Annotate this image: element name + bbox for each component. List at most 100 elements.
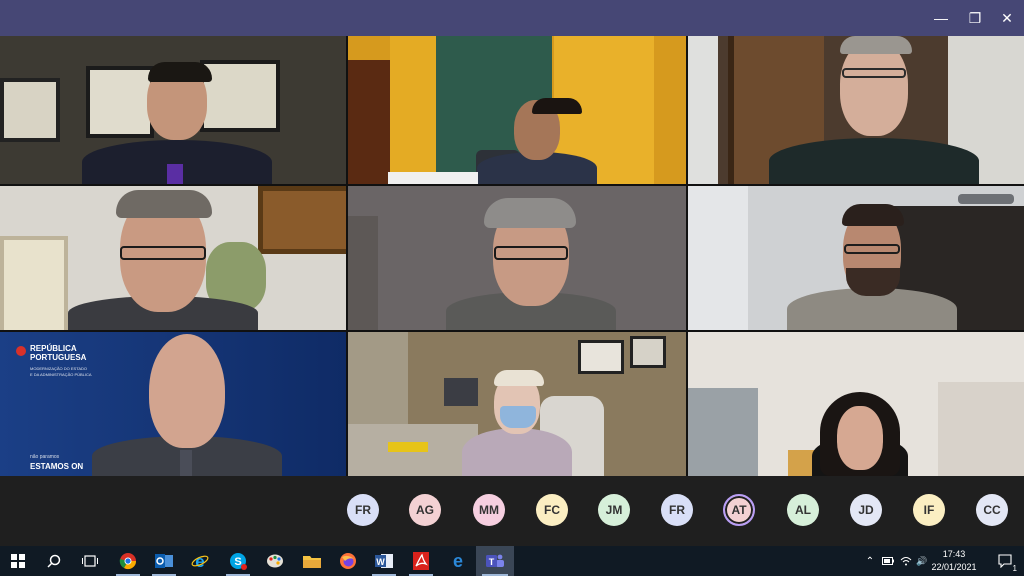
video-tile-2[interactable] [348, 36, 686, 184]
svg-text:e: e [195, 552, 204, 570]
participant-avatar-fr-2[interactable]: FR [661, 494, 693, 526]
chrome-icon [119, 553, 137, 570]
hair [484, 198, 576, 228]
participant-body [462, 428, 572, 476]
svg-text:T: T [489, 557, 495, 567]
government-logo [16, 346, 26, 356]
internet-explorer-icon: e [191, 552, 209, 570]
video-grid: REPÚBLICA PORTUGUESA MODERNIZAÇÃO DO EST… [0, 36, 1024, 476]
slogan-big: ESTAMOS ON [30, 462, 84, 471]
wall-shelf [348, 216, 378, 330]
avatar-initials: MM [479, 503, 499, 517]
hair [532, 98, 582, 114]
minimize-icon: — [934, 10, 948, 26]
window [688, 186, 748, 330]
notification-center-button[interactable]: 1 [996, 552, 1018, 573]
participant-avatar-al[interactable]: AL [787, 494, 819, 526]
wall-picture [200, 60, 280, 132]
brand-line-2: PORTUGUESA [30, 353, 87, 362]
file-explorer-button[interactable] [294, 546, 330, 576]
participant-avatar-fr[interactable]: FR [347, 494, 379, 526]
word-button[interactable]: W [366, 546, 402, 576]
window [688, 388, 758, 476]
avatar-initials: IF [923, 503, 935, 517]
teams-icon: T [486, 554, 504, 567]
edge-icon: e [453, 552, 463, 570]
avatar-initials: JD [858, 503, 874, 517]
chrome-button[interactable] [110, 546, 146, 576]
avatar-initials: AT [731, 503, 747, 517]
desk-item [388, 442, 428, 452]
participant-avatar-if[interactable]: IF [913, 494, 945, 526]
svg-text:e: e [453, 552, 463, 570]
tie [167, 164, 183, 184]
participant-head [840, 40, 908, 136]
participant-avatar-mm[interactable]: MM [473, 494, 505, 526]
close-button[interactable]: ✕ [990, 0, 1024, 36]
battery-icon [882, 557, 894, 565]
participant-avatar-jd[interactable]: JD [850, 494, 882, 526]
search-icon [47, 554, 61, 568]
show-hidden-icons-button[interactable]: ⌃ [862, 546, 878, 576]
avatar-initials: AL [795, 503, 811, 517]
wall [688, 36, 718, 184]
wall-picture [0, 78, 60, 142]
slogan-small: não paramos [30, 454, 60, 460]
video-tile-9[interactable] [688, 332, 1024, 476]
paint-icon [267, 554, 283, 568]
avatar-initials: CC [983, 503, 1001, 517]
video-tile-7[interactable]: REPÚBLICA PORTUGUESA MODERNIZAÇÃO DO EST… [0, 332, 346, 476]
firefox-button[interactable] [330, 546, 366, 576]
title-bar: — ❐ ✕ [0, 0, 1024, 36]
minimize-button[interactable]: — [924, 0, 958, 36]
skype-icon: S [230, 553, 247, 570]
restore-button[interactable]: ❐ [958, 0, 992, 36]
start-button[interactable] [0, 546, 36, 576]
video-tile-1[interactable] [0, 36, 346, 184]
paint-button[interactable] [257, 546, 293, 576]
battery-tray[interactable] [880, 546, 896, 576]
internet-explorer-button[interactable]: e [182, 546, 218, 576]
hair [842, 204, 904, 226]
participant-avatar-at[interactable]: AT [723, 494, 755, 526]
participant-body [769, 138, 979, 184]
wifi-icon [900, 557, 912, 566]
video-tile-8[interactable] [348, 332, 686, 476]
wifi-tray[interactable] [898, 546, 914, 576]
brand-line-1: REPÚBLICA [30, 344, 77, 353]
participant-head [837, 406, 883, 470]
participant-avatar-jm[interactable]: JM [598, 494, 630, 526]
system-clock[interactable]: 17:43 22/01/2021 [928, 548, 980, 574]
glasses [120, 246, 206, 260]
skype-button[interactable]: S [220, 546, 256, 576]
video-tile-3[interactable] [688, 36, 1024, 184]
wall-painting [258, 186, 346, 254]
avatar-initials: JM [605, 503, 623, 517]
acrobat-button[interactable] [403, 546, 439, 576]
glasses [494, 246, 568, 260]
avatar-initials: FC [544, 503, 560, 517]
video-tile-4[interactable] [0, 186, 346, 330]
video-tile-5[interactable] [348, 186, 686, 330]
ministry-line-2: E DA ADMINISTRAÇÃO PÚBLICA [30, 372, 92, 377]
word-icon: W [375, 554, 393, 568]
hair [148, 62, 212, 82]
participant-avatar-cc[interactable]: CC [976, 494, 1008, 526]
wall-picture [630, 336, 666, 368]
video-tile-6[interactable] [688, 186, 1024, 330]
tie [180, 450, 192, 476]
task-view-button[interactable] [72, 546, 108, 576]
outlook-button[interactable] [146, 546, 182, 576]
file-explorer-icon [303, 556, 321, 568]
teams-button[interactable]: T [476, 546, 514, 576]
wall-picture [86, 66, 154, 138]
clock-date: 22/01/2021 [931, 562, 977, 572]
edge-button[interactable]: e [440, 546, 476, 576]
glasses [844, 244, 900, 254]
participant-avatar-ag[interactable]: AG [409, 494, 441, 526]
participant-avatar-fc[interactable]: FC [536, 494, 568, 526]
wall-picture [578, 340, 624, 374]
monitor [444, 378, 478, 406]
volume-icon: 🔊 [916, 555, 928, 566]
search-button[interactable] [36, 546, 72, 576]
